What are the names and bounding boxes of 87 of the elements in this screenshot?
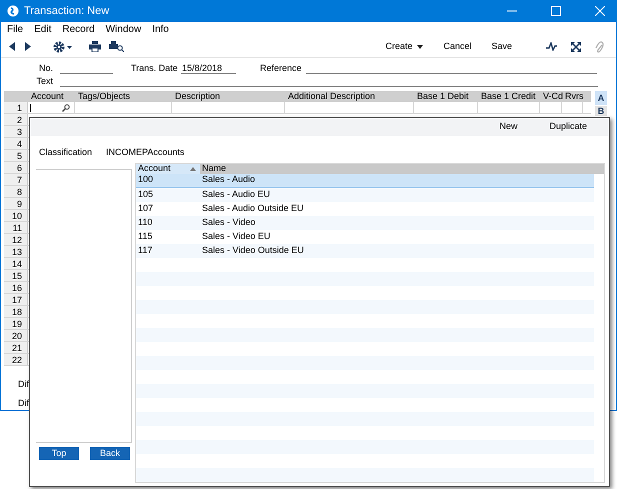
forward-arrow-icon[interactable]	[25, 42, 31, 51]
menu-item[interactable]: Edit	[34, 22, 52, 36]
menu-item[interactable]: Record	[62, 22, 95, 36]
row-number: 2	[4, 114, 28, 125]
row-number: 4	[4, 138, 28, 149]
list-row[interactable]: 100 Sales - Audio	[136, 174, 594, 188]
row-number: 5	[4, 150, 28, 161]
toolbar-button[interactable]: Create	[379, 38, 430, 54]
menu-item[interactable]: Info	[152, 22, 169, 36]
column-header[interactable]: V-Cd	[540, 90, 562, 104]
action-button[interactable]: Duplicate	[549, 120, 587, 134]
row-number: 22	[4, 354, 28, 365]
row-number: 21	[4, 342, 28, 353]
table-cell-text: 115	[137, 230, 154, 243]
action-button[interactable]: New	[499, 120, 518, 134]
nav-button[interactable]: Back	[90, 446, 130, 460]
row-number: 16	[4, 282, 28, 293]
table-cell-text: Sales - Video Outside EU	[201, 244, 304, 257]
field-label: Classification	[39, 146, 94, 159]
column-header[interactable]: Account	[136, 164, 200, 174]
side-tab[interactable]: A	[595, 91, 607, 105]
table-cell-text: Sales - Video	[201, 216, 256, 229]
row-number: 13	[4, 246, 28, 257]
pulse-icon[interactable]	[546, 42, 557, 51]
field-label: Reference	[260, 62, 302, 74]
table-cell-text: 117	[137, 244, 154, 257]
table-cell-text: Sales - Audio Outside EU	[201, 202, 304, 215]
table-cell[interactable]	[28, 102, 75, 113]
row-number: 14	[4, 258, 28, 269]
row-number: 7	[4, 174, 28, 185]
classification-value: INCOMEPAccounts	[106, 146, 184, 159]
maximize-icon[interactable]	[551, 6, 561, 16]
close-icon[interactable]	[595, 6, 605, 16]
table-cell-text: 110	[137, 216, 154, 229]
field-label: Dif	[18, 378, 29, 391]
row-number: 19	[4, 318, 28, 329]
app-icon	[7, 5, 19, 17]
field-label: Text	[35, 75, 53, 87]
column-header[interactable]: Tags/Objects	[75, 90, 172, 104]
printer-icon[interactable]	[89, 41, 101, 52]
row-number: 10	[4, 210, 28, 221]
row-number: 12	[4, 234, 28, 245]
row-number: 18	[4, 306, 28, 317]
column-header[interactable]: Base 1 Debit	[414, 90, 478, 104]
field-label: Trans. Date	[131, 62, 179, 74]
menu-item[interactable]: File	[7, 22, 24, 36]
column-header[interactable]: Account	[28, 90, 75, 104]
row-number: 15	[4, 270, 28, 281]
row-number: 11	[4, 222, 28, 233]
table-cell-text: 107	[137, 202, 154, 215]
column-header[interactable]: Name	[200, 164, 500, 174]
nav-button[interactable]: Top	[39, 446, 79, 460]
back-arrow-icon[interactable]	[9, 42, 15, 51]
column-header[interactable]: Description	[172, 90, 285, 104]
menu-item[interactable]: Window	[106, 22, 142, 36]
text-cursor	[30, 104, 31, 112]
expand-icon[interactable]	[571, 42, 581, 52]
row-number: 17	[4, 294, 28, 305]
list-row[interactable]: 117 Sales - Video Outside EU	[136, 244, 594, 258]
print-preview-icon[interactable]	[109, 41, 124, 52]
field-label: Dif	[18, 396, 29, 410]
search-icon[interactable]	[62, 104, 70, 112]
table-cell-text: Sales - Video EU	[201, 230, 270, 243]
row-number: 9	[4, 198, 28, 209]
row-number: 20	[4, 330, 28, 341]
field-label: No.	[38, 62, 53, 74]
row-number: 6	[4, 162, 28, 173]
row-number: 8	[4, 186, 28, 197]
window-title: Transaction: New	[24, 4, 110, 19]
sort-ascending-icon	[190, 166, 196, 170]
side-tab[interactable]: B	[595, 106, 607, 116]
table-cell-text: 105	[137, 188, 154, 201]
row-number: 1	[4, 102, 28, 113]
table-cell-text: Sales - Audio EU	[201, 188, 270, 201]
toolbar-button[interactable]: Save	[485, 38, 518, 54]
column-header[interactable]: Base 1 Credit	[478, 90, 540, 104]
column-header[interactable]: Additional Description	[285, 90, 414, 104]
input-field[interactable]: 15/8/2018	[181, 63, 236, 74]
gear-icon[interactable]	[53, 40, 73, 52]
column-header[interactable]: Rvrs	[562, 90, 583, 104]
paperclip-icon[interactable]	[595, 40, 604, 52]
table-cell-text: Sales - Audio	[201, 173, 256, 186]
toolbar-button[interactable]: Cancel	[437, 38, 478, 54]
list-row[interactable]: 105 Sales - Audio EU	[136, 188, 594, 202]
row-number: 3	[4, 126, 28, 137]
list-row[interactable]: 110 Sales - Video	[136, 216, 594, 230]
table-cell-text: 100	[137, 173, 154, 186]
